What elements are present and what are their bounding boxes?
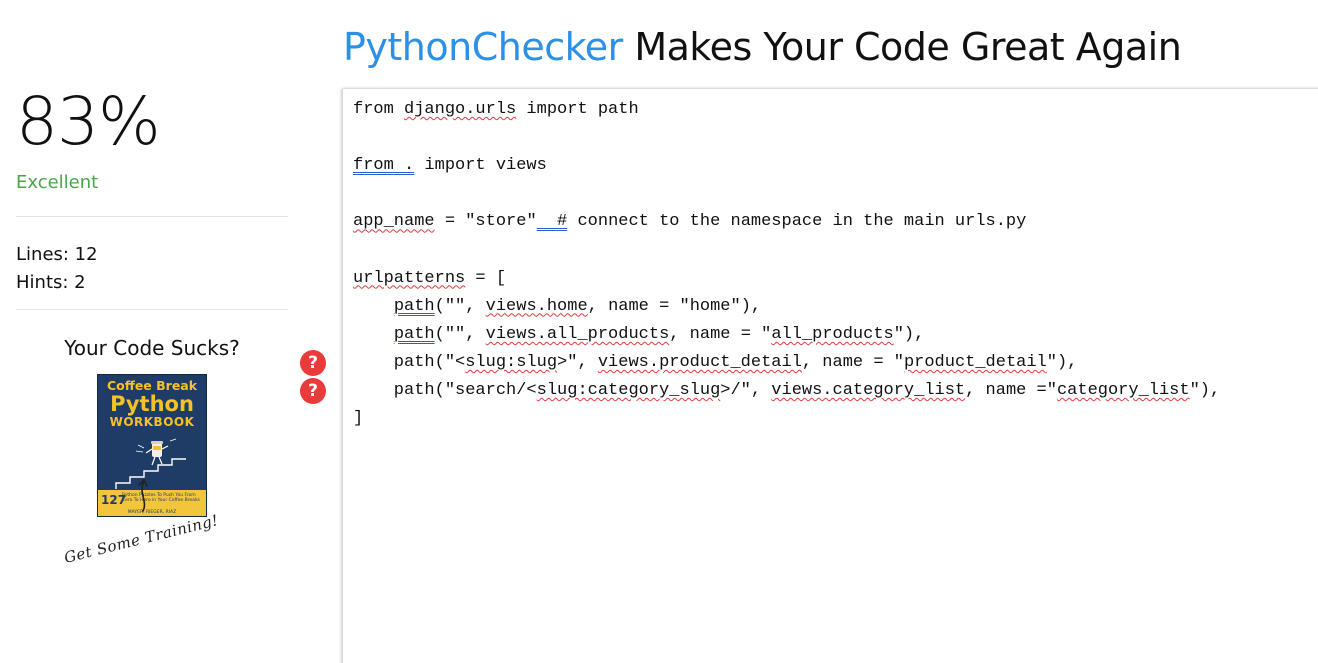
code-editor[interactable]: from django.urls import path from . impor… [342, 89, 1318, 663]
page: PythonChecker Makes Your Code Great Agai… [0, 0, 1318, 663]
arrow-up-icon [138, 479, 148, 512]
hint-marker-2[interactable]: ? [300, 378, 326, 404]
stats: Lines: 12 Hints: 2 [16, 217, 288, 297]
training-link[interactable]: Get Some Training! [62, 511, 220, 567]
divider [16, 309, 288, 310]
sidebar: 83% Excellent Lines: 12 Hints: 2 Your Co… [16, 80, 288, 517]
book-title-line2: Python [110, 392, 194, 416]
code-line: path("<slug:slug>", views.product_detail… [353, 352, 1078, 372]
book-title-line1: Coffee Break [106, 378, 198, 393]
code-line: path("search/<slug:category_slug>/", vie… [353, 380, 1221, 400]
code-line: path("", views.all_products, name = "all… [393, 324, 925, 344]
promo-title: Your Code Sucks? [64, 336, 240, 360]
lines-count: Lines: 12 [16, 244, 98, 265]
code-line: from . import views [353, 156, 547, 176]
hint-marker-1[interactable]: ? [300, 350, 326, 376]
code-content[interactable]: from django.urls import path from . impor… [353, 96, 1220, 433]
brand-name[interactable]: PythonChecker [343, 25, 623, 69]
code-line: ] [353, 409, 364, 429]
hints-count: Hints: 2 [16, 272, 86, 293]
code-line: from django.urls import path [353, 100, 639, 119]
code-line: app_name = "store" # connect to the name… [353, 212, 1027, 232]
page-title: PythonChecker Makes Your Code Great Agai… [343, 22, 1182, 72]
book-title-line3: WORKBOOK [109, 415, 195, 429]
tagline: Makes Your Code Great Again [622, 25, 1182, 69]
score-value: 83% [16, 83, 161, 160]
code-line: urlpatterns = [ [353, 268, 507, 288]
code-line: path("", views.home, name = "home"), [393, 296, 762, 316]
rating-label: Excellent [16, 172, 99, 193]
